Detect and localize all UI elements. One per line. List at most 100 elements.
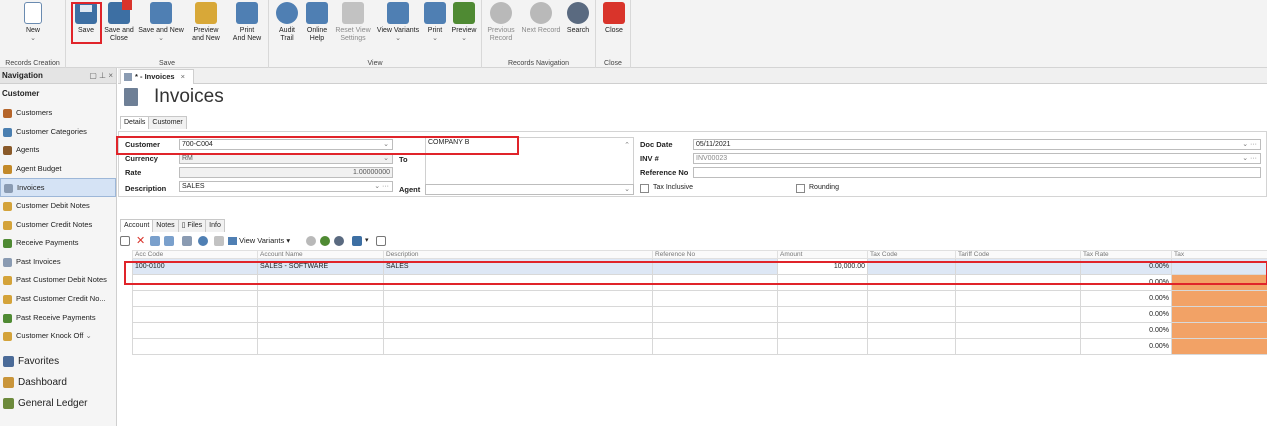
table-row[interactable]: 0.00% (132, 290, 1267, 307)
print-and-new-button[interactable]: Print And New (228, 2, 266, 43)
tab-files[interactable]: ▯ Files (177, 219, 207, 232)
reference-no-field[interactable] (693, 167, 1261, 178)
cell-tariff[interactable] (955, 338, 1081, 355)
cell-tax-rate[interactable]: 0.00% (1080, 306, 1172, 323)
column-header[interactable]: Tariff Code (955, 250, 1081, 259)
column-header[interactable]: Description (383, 250, 653, 259)
table-row[interactable]: 0.00% (132, 322, 1267, 339)
description-field[interactable]: SALES ⌄ ··· (179, 181, 393, 192)
cell-account-name[interactable] (257, 322, 384, 339)
cell-account-name[interactable] (257, 338, 384, 355)
nav-item-past-customer-credit-no[interactable]: Past Customer Credit No... (0, 290, 116, 309)
cell-description[interactable] (383, 290, 653, 307)
column-header[interactable]: Tax Code (867, 250, 956, 259)
nav-item-past-receive-payments[interactable]: Past Receive Payments (0, 309, 116, 328)
column-header[interactable]: Reference No (652, 250, 778, 259)
cell-reference[interactable] (652, 290, 778, 307)
nav-item-agents[interactable]: Agents (0, 141, 116, 160)
preview-and-new-button[interactable]: Preview and New (187, 2, 225, 43)
cell-tariff[interactable] (955, 306, 1081, 323)
inv-number-field[interactable]: INV00023 ⌄ ··· (693, 153, 1261, 164)
online-help-button[interactable]: Online Help (303, 2, 331, 43)
nav-item-customers[interactable]: Customers (0, 104, 116, 123)
nav-item-customer-categories[interactable]: Customer Categories (0, 123, 116, 142)
save-icon[interactable] (352, 236, 362, 246)
tab-customer[interactable]: Customer (148, 116, 187, 129)
print-button[interactable]: Print ⌄ (423, 2, 447, 43)
save-and-close-button[interactable]: Save and Close (103, 0, 135, 43)
settings-icon[interactable] (214, 236, 224, 246)
cell-amount[interactable] (777, 338, 868, 355)
tab-info[interactable]: Info (205, 219, 225, 232)
nav-item-agent-budget[interactable]: Agent Budget (0, 160, 116, 179)
nav-item-receive-payments[interactable]: Receive Payments (0, 234, 116, 253)
cell-tax-code[interactable] (867, 322, 956, 339)
cell-description[interactable] (383, 322, 653, 339)
column-header[interactable]: Acc Code (132, 250, 258, 259)
view-variants-button[interactable]: View Variants ⌄ (375, 2, 421, 43)
nav-favorites[interactable]: Favorites (0, 351, 116, 372)
delete-icon[interactable]: ✕ (136, 234, 146, 247)
column-header[interactable]: Tax Rate (1080, 250, 1172, 259)
export-icon[interactable] (376, 236, 386, 246)
next-record-button[interactable]: Next Record (519, 2, 563, 35)
binoculars-icon[interactable] (334, 236, 344, 246)
cell-tax-rate[interactable]: 0.00% (1080, 338, 1172, 355)
column-header[interactable]: Tax (1171, 250, 1267, 259)
rate-field[interactable]: 1.00000000 (179, 167, 393, 178)
cell-acc-code[interactable] (132, 290, 258, 307)
cell-amount[interactable] (777, 322, 868, 339)
cell-tax-rate[interactable]: 0.00% (1080, 290, 1172, 307)
arrow-down-icon[interactable] (320, 236, 330, 246)
cell-reference[interactable] (652, 322, 778, 339)
table-row[interactable]: 0.00% (132, 338, 1267, 355)
cell-acc-code[interactable] (132, 338, 258, 355)
nav-general-ledger[interactable]: General Ledger (0, 393, 116, 414)
tab-notes[interactable]: Notes (152, 219, 179, 232)
arrow-up-icon[interactable] (306, 236, 316, 246)
close-tab-icon[interactable]: × (181, 72, 185, 81)
cell-acc-code[interactable] (132, 306, 258, 323)
nav-item-customer-knock-off[interactable]: Customer Knock Off ⌄ (0, 327, 116, 346)
cell-tax-code[interactable] (867, 338, 956, 355)
save-dropdown-icon[interactable]: ▾ (365, 236, 369, 244)
move-up-icon[interactable] (164, 236, 174, 246)
cell-tax[interactable] (1171, 306, 1267, 323)
refresh-icon[interactable] (198, 236, 208, 246)
nav-item-past-customer-debit-notes[interactable]: Past Customer Debit Notes (0, 271, 116, 290)
cell-description[interactable] (383, 306, 653, 323)
column-header[interactable]: Account Name (257, 250, 384, 259)
column-header[interactable]: Amount (777, 250, 868, 259)
preview-button[interactable]: Preview ⌄ (449, 2, 479, 43)
cell-tax[interactable] (1171, 290, 1267, 307)
cell-amount[interactable] (777, 306, 868, 323)
nav-item-invoices[interactable]: Invoices (0, 178, 116, 197)
nav-item-customer-credit-notes[interactable]: Customer Credit Notes (0, 216, 116, 235)
cell-reference[interactable] (652, 306, 778, 323)
cell-tax-code[interactable] (867, 306, 956, 323)
search-button[interactable]: Search (564, 2, 592, 35)
tab-account[interactable]: Account (120, 219, 154, 232)
move-down-icon[interactable] (150, 236, 160, 246)
doc-date-field[interactable]: 05/11/2021 ⌄ ··· (693, 139, 1261, 150)
cell-tax-rate[interactable]: 0.00% (1080, 322, 1172, 339)
new-button[interactable]: New ⌄ (20, 2, 46, 43)
nav-dashboard[interactable]: Dashboard (0, 372, 116, 393)
nav-item-customer-debit-notes[interactable]: Customer Debit Notes (0, 197, 116, 216)
copy-icon[interactable] (182, 236, 192, 246)
cell-account-name[interactable] (257, 290, 384, 307)
cell-tariff[interactable] (955, 322, 1081, 339)
cell-acc-code[interactable] (132, 322, 258, 339)
cell-account-name[interactable] (257, 306, 384, 323)
cell-reference[interactable] (652, 338, 778, 355)
grid-view-variants-button[interactable]: View Variants ▾ (228, 236, 290, 246)
expand-icon[interactable]: ⌄ (83, 331, 91, 340)
tax-inclusive-checkbox[interactable] (640, 184, 649, 193)
cell-amount[interactable] (777, 290, 868, 307)
panel-controls-icon[interactable]: ▢ ⊥ × (89, 68, 113, 84)
new-row-icon[interactable] (120, 236, 130, 246)
cell-description[interactable] (383, 338, 653, 355)
rounding-checkbox[interactable] (796, 184, 805, 193)
cell-tariff[interactable] (955, 290, 1081, 307)
nav-item-past-invoices[interactable]: Past Invoices (0, 253, 116, 272)
